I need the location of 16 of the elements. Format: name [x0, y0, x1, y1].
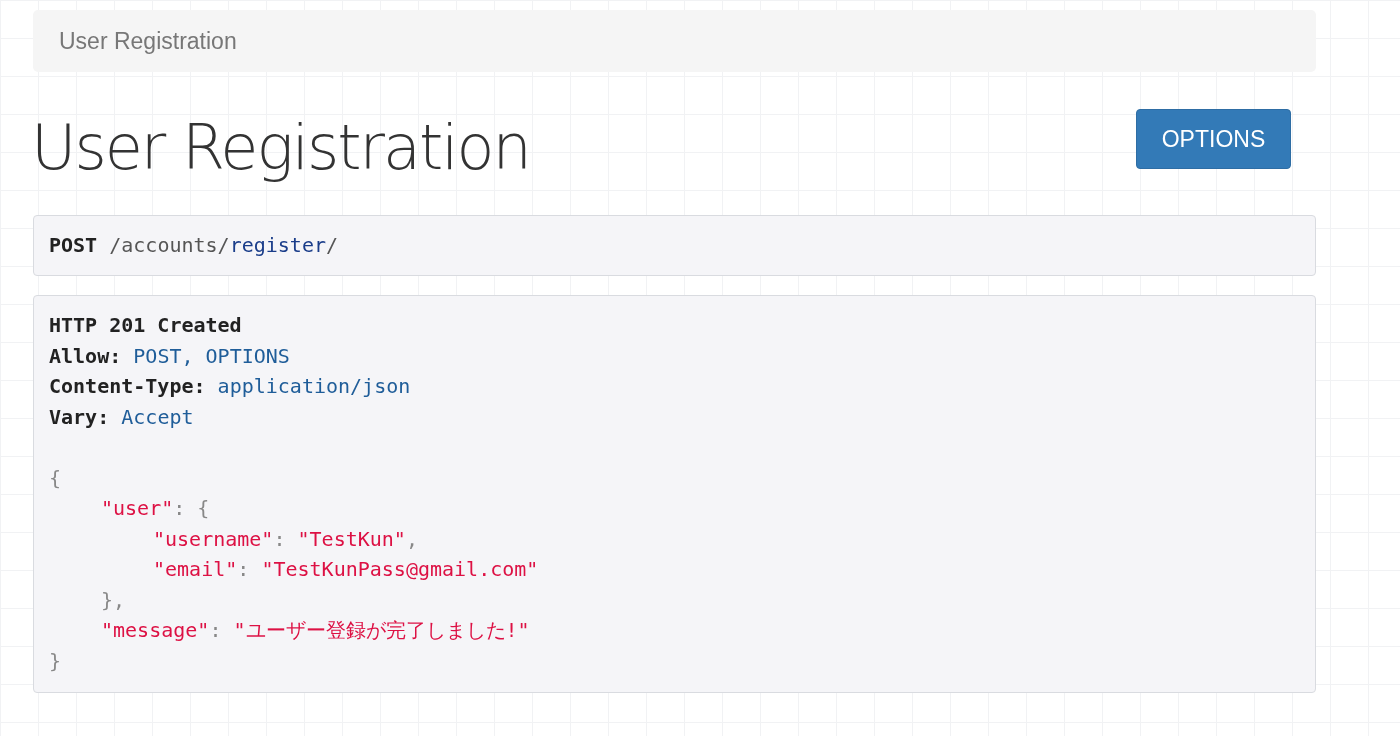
code-line: "message": "ユーザー登録が完了しました!": [101, 617, 531, 644]
header-line: Vary: Accept: [49, 403, 195, 431]
code-line: "email": "TestKunPass@gmail.com": [153, 556, 540, 583]
breadcrumb[interactable]: User Registration: [33, 10, 1316, 72]
status-line: HTTP 201 Created: [49, 312, 243, 339]
header-line: Content-Type: application/json: [49, 373, 412, 400]
code-line: {: [49, 464, 63, 492]
code-line: "username": "TestKun",: [153, 525, 419, 553]
code-line: }: [49, 647, 63, 675]
request-line: POST /accounts/register/: [49, 232, 339, 259]
options-button[interactable]: OPTIONS: [1136, 109, 1291, 169]
path-link[interactable]: register: [229, 233, 326, 257]
header-line: Allow: POST, OPTIONS: [49, 342, 291, 370]
code-line: "user": {: [101, 495, 211, 522]
code-line: },: [101, 586, 127, 614]
page-title: User Registration: [31, 113, 530, 183]
